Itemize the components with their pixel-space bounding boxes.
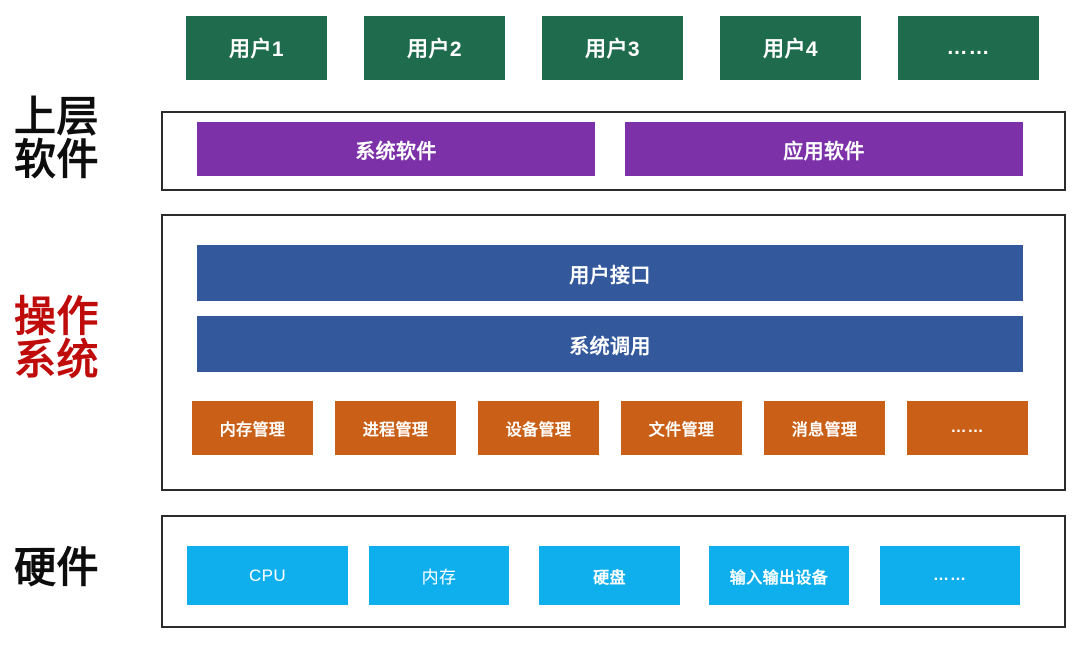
system-software-block[interactable]: 系统软件: [197, 122, 595, 176]
tier-label-upper-software: 上层 软件: [14, 93, 100, 183]
system-call-bar[interactable]: 系统调用: [197, 316, 1023, 372]
application-software-block[interactable]: 应用软件: [625, 122, 1023, 176]
hardware-box-memory-label: 内存: [421, 568, 457, 587]
user-box-more[interactable]: ……: [898, 16, 1039, 80]
hardware-box-more[interactable]: ……: [880, 546, 1020, 605]
tier-label-operating-system: 操作 系统: [14, 293, 100, 383]
user-box-2[interactable]: 用户2: [364, 16, 505, 80]
os-module-more[interactable]: ……: [907, 401, 1028, 455]
os-module-file-management-label: 文件管理: [648, 422, 715, 439]
os-module-device-management-label: 设备管理: [505, 422, 572, 439]
os-module-message-management[interactable]: 消息管理: [764, 401, 885, 455]
user-box-1-label: 用户1: [229, 38, 284, 61]
user-box-3-label: 用户3: [585, 38, 640, 61]
hardware-box-disk[interactable]: 硬盘: [539, 546, 680, 605]
hardware-box-disk-label: 硬盘: [593, 569, 626, 587]
os-module-memory-management-label: 内存管理: [219, 422, 286, 439]
user-box-more-label: ……: [946, 36, 991, 59]
diagram-canvas: 上层 软件 操作 系统 硬件 用户1 用户2 用户3 用户4 …… 系统软件 应…: [0, 0, 1080, 647]
os-module-more-label: ……: [950, 419, 985, 436]
os-module-message-management-label: 消息管理: [791, 422, 858, 439]
hardware-box-io-device-label: 输入输出设备: [729, 569, 829, 587]
os-module-device-management[interactable]: 设备管理: [478, 401, 599, 455]
system-call-label: 系统调用: [569, 335, 651, 358]
os-module-memory-management[interactable]: 内存管理: [192, 401, 313, 455]
hardware-box-cpu[interactable]: CPU: [187, 546, 348, 605]
user-box-4[interactable]: 用户4: [720, 16, 861, 80]
user-interface-label: 用户接口: [569, 264, 651, 287]
hardware-box-memory[interactable]: 内存: [369, 546, 509, 605]
hardware-box-io-device[interactable]: 输入输出设备: [709, 546, 849, 605]
user-box-3[interactable]: 用户3: [542, 16, 683, 80]
user-box-4-label: 用户4: [763, 38, 818, 61]
user-box-1[interactable]: 用户1: [186, 16, 327, 80]
os-module-process-management[interactable]: 进程管理: [335, 401, 456, 455]
application-software-label: 应用软件: [783, 140, 865, 163]
system-software-label: 系统软件: [355, 140, 437, 163]
tier-label-hardware: 硬件: [14, 544, 100, 591]
os-module-process-management-label: 进程管理: [362, 422, 429, 439]
os-module-file-management[interactable]: 文件管理: [621, 401, 742, 455]
hardware-box-more-label: ……: [933, 566, 967, 584]
user-interface-bar[interactable]: 用户接口: [197, 245, 1023, 301]
user-box-2-label: 用户2: [407, 38, 462, 61]
hardware-box-cpu-label: CPU: [248, 565, 287, 585]
